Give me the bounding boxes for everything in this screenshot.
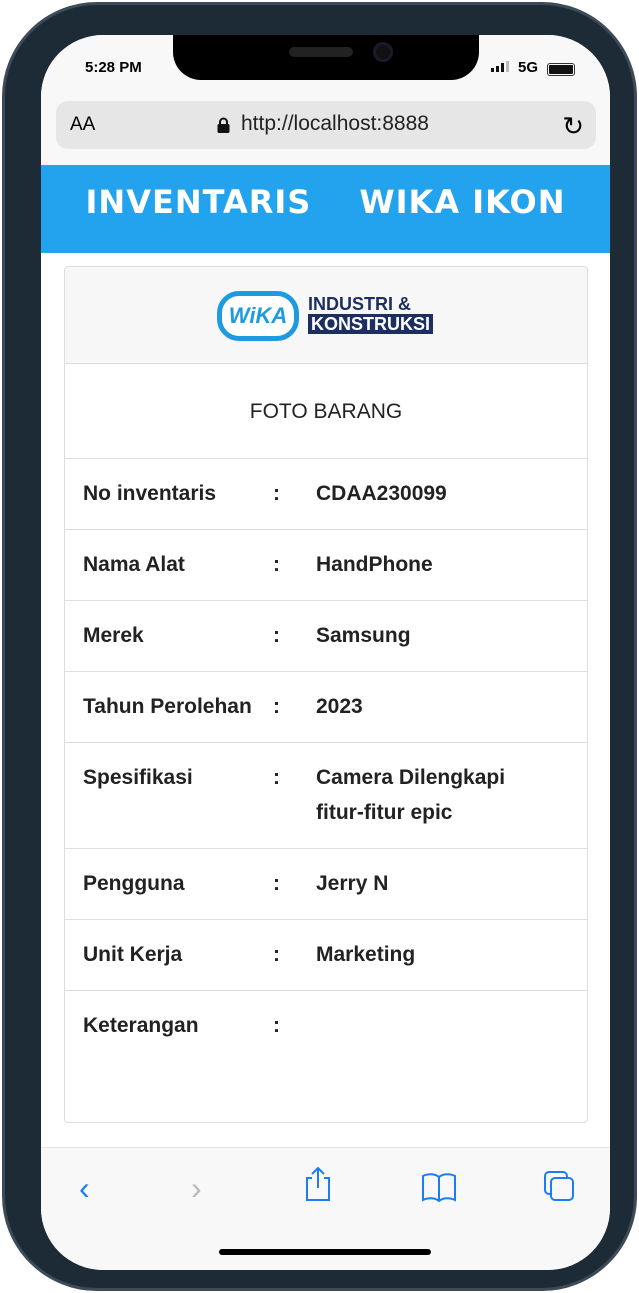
company-logo: WiKA INDUSTRI & KONSTRUKSI xyxy=(65,267,587,364)
row-label: Spesifikasi xyxy=(83,766,193,789)
row-separator: : xyxy=(273,872,280,895)
site-header: INVENTARIS WIKA IKON xyxy=(41,165,610,253)
table-row: Tahun Perolehan: 2023 xyxy=(65,672,587,743)
row-value: HandPhone xyxy=(316,553,433,576)
row-value: Jerry N xyxy=(316,872,389,895)
row-separator: : xyxy=(273,766,280,789)
row-label: No inventaris xyxy=(83,482,217,505)
notch xyxy=(173,35,479,80)
logo-line2: KONSTRUKSI xyxy=(308,314,434,334)
share-icon[interactable] xyxy=(303,1166,333,1202)
battery-icon xyxy=(547,63,575,76)
detail-rows: No inventaris: CDAA230099 Nama Alat: HandPh… xyxy=(65,459,587,1061)
row-value: CDAA230099 xyxy=(316,482,447,505)
tabs-icon[interactable] xyxy=(543,1170,577,1204)
wika-logo-mark: WiKA xyxy=(217,291,299,341)
table-row: Pengguna: Jerry N xyxy=(65,849,587,920)
header-title-right: WIKA IKON xyxy=(359,183,566,221)
logo-line1: INDUSTRI & xyxy=(308,294,411,314)
row-value: Samsung xyxy=(316,624,411,647)
row-label: Tahun Perolehan xyxy=(83,695,252,718)
camera-icon xyxy=(373,42,393,62)
address-bar[interactable]: AA http://localhost:8888 ↻ xyxy=(56,101,596,149)
row-separator: : xyxy=(273,1014,280,1037)
network-label: 5G xyxy=(518,59,539,76)
row-value: Marketing xyxy=(316,943,416,966)
back-icon[interactable]: ‹ xyxy=(79,1170,90,1207)
row-separator: : xyxy=(273,695,280,718)
bookmarks-icon[interactable] xyxy=(421,1172,457,1202)
row-label: Unit Kerja xyxy=(83,943,183,966)
item-photo: FOTO BARANG xyxy=(65,364,587,459)
screen: 5:28 PM 5G AA http://localhost:8888 ↻ IN… xyxy=(41,35,610,1270)
url-text[interactable]: http://localhost:8888 xyxy=(241,112,429,136)
table-row: Unit Kerja: Marketing xyxy=(65,920,587,991)
browser-toolbar: ‹ › xyxy=(41,1147,610,1270)
row-value: 2023 xyxy=(316,695,363,718)
table-row: Keterangan: xyxy=(65,991,587,1061)
status-time: 5:28 PM xyxy=(85,59,142,76)
row-value: Camera Dilengkapi fitur-fitur epic xyxy=(316,766,506,824)
row-label: Nama Alat xyxy=(83,553,185,576)
table-row: Merek: Samsung xyxy=(65,601,587,672)
inventory-card: WiKA INDUSTRI & KONSTRUKSI FOTO BARANG N… xyxy=(64,266,588,1123)
logo-text: INDUSTRI & KONSTRUKSI xyxy=(308,294,434,334)
row-label: Merek xyxy=(83,624,144,647)
signal-icon xyxy=(491,61,509,72)
row-label: Pengguna xyxy=(83,872,185,895)
row-value xyxy=(316,1008,556,1043)
table-row: No inventaris: CDAA230099 xyxy=(65,459,587,530)
phone-frame: 5:28 PM 5G AA http://localhost:8888 ↻ IN… xyxy=(2,2,637,1291)
row-separator: : xyxy=(273,624,280,647)
reload-icon[interactable]: ↻ xyxy=(562,111,584,142)
lock-icon xyxy=(217,117,230,133)
home-indicator[interactable] xyxy=(219,1249,431,1255)
row-separator: : xyxy=(273,943,280,966)
row-separator: : xyxy=(273,553,280,576)
table-row: Nama Alat: HandPhone xyxy=(65,530,587,601)
forward-icon[interactable]: › xyxy=(191,1170,202,1207)
header-title-left: INVENTARIS xyxy=(85,183,312,221)
row-label: Keterangan xyxy=(83,1014,199,1037)
table-row: Spesifikasi: Camera Dilengkapi fitur-fitu… xyxy=(65,743,587,849)
row-separator: : xyxy=(273,482,280,505)
reader-aa-button[interactable]: AA xyxy=(70,114,95,136)
